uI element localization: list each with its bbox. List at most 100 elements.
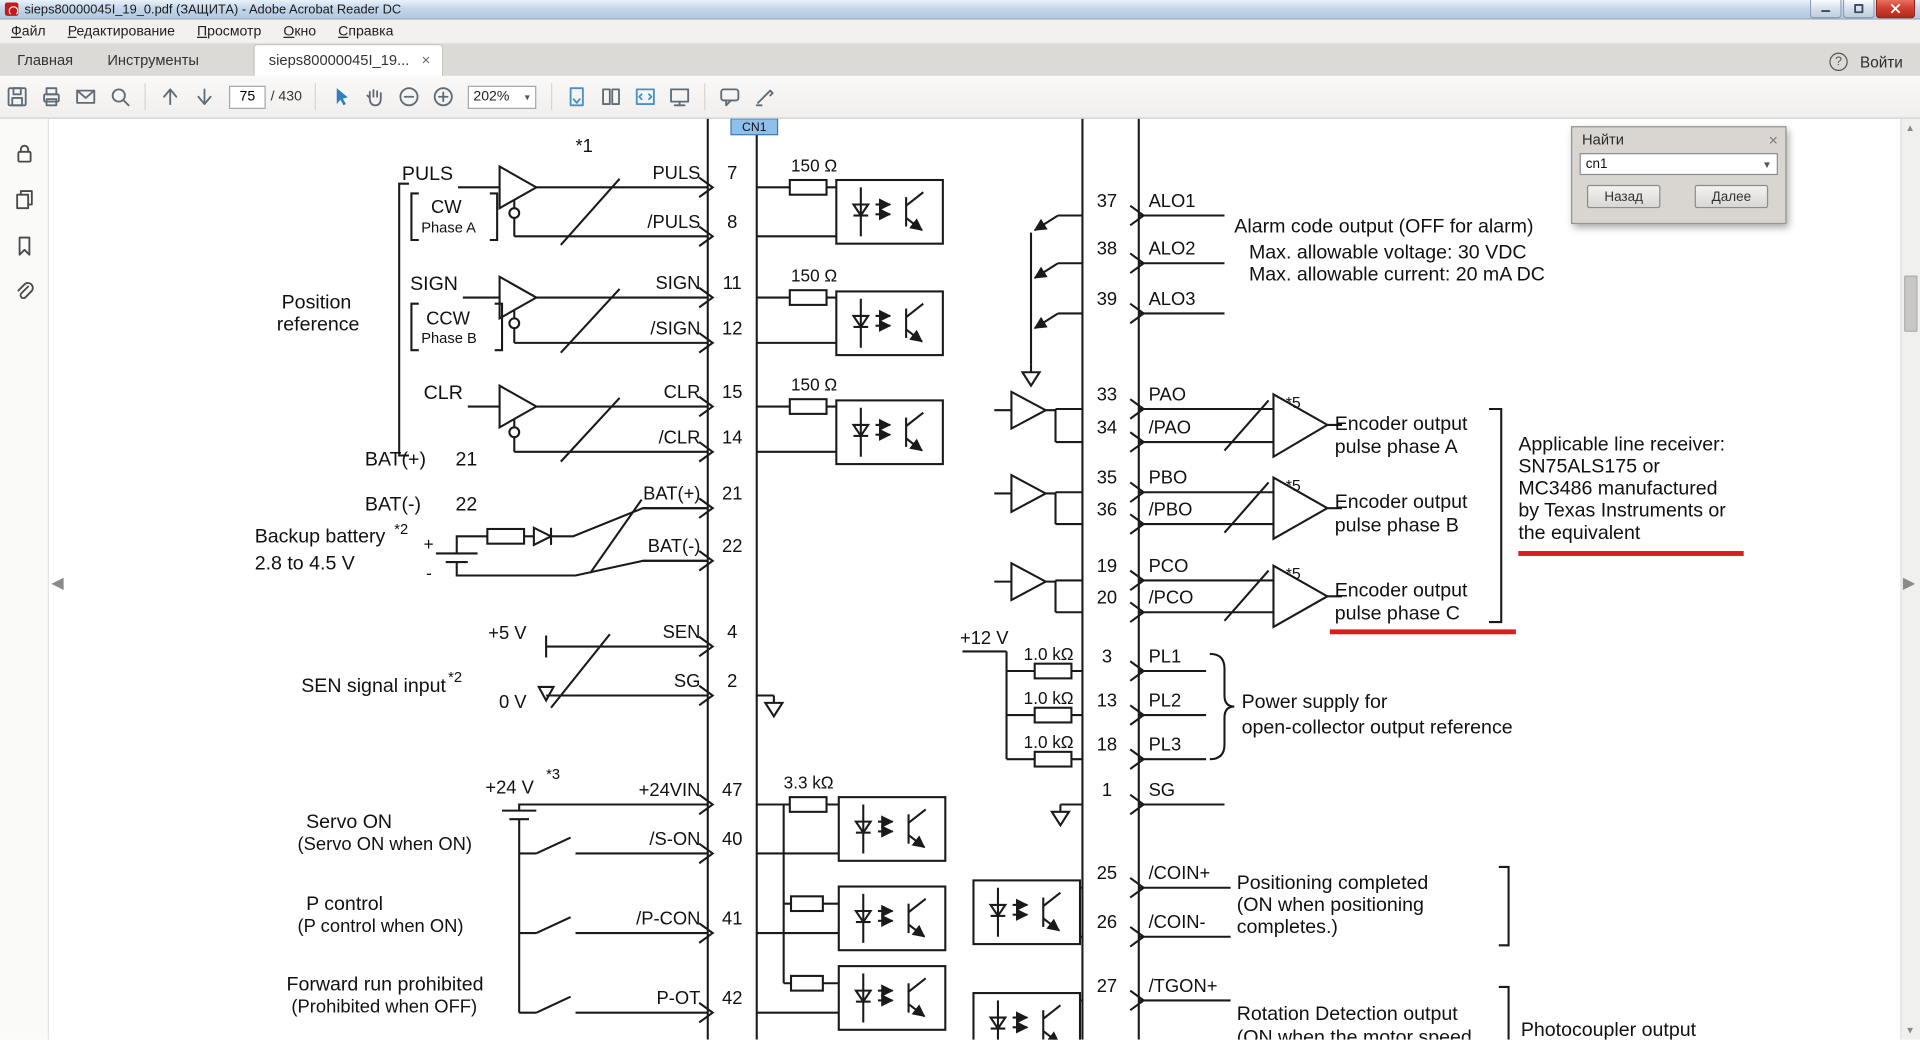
protection-button[interactable] — [9, 138, 38, 167]
tab-home[interactable]: Главная — [0, 45, 90, 76]
next-page-button[interactable] — [187, 81, 221, 113]
close-button[interactable] — [1875, 0, 1916, 19]
menu-edit[interactable]: Редактирование — [57, 21, 186, 41]
pin-number: 3 — [1102, 645, 1112, 666]
output-note: MC3486 manufactured — [1518, 478, 1717, 500]
window-title: sieps80000045I_19_0.pdf (ЗАЩИТА) - Adobe… — [24, 1, 402, 17]
pin-number: 8 — [727, 211, 737, 232]
find-search-input[interactable]: cn1 ▼ — [1579, 153, 1778, 176]
input-sublabel: (Prohibited when OFF) — [291, 996, 477, 1017]
signal-label: P-OT — [657, 987, 701, 1008]
menu-help[interactable]: Справка — [327, 21, 404, 41]
output-note: Photocoupler output — [1521, 1019, 1697, 1040]
find-next-button[interactable]: Далее — [1694, 184, 1769, 209]
previous-page-button[interactable] — [153, 81, 187, 113]
signal-label: +24VIN — [639, 779, 701, 800]
search-button[interactable] — [103, 81, 137, 113]
email-icon — [76, 89, 96, 104]
two-page-view-button[interactable] — [593, 81, 627, 113]
polarity-label: + — [424, 534, 434, 554]
pin-number: 22 — [456, 494, 478, 516]
signal-label: /PAO — [1149, 416, 1192, 437]
attachments-button[interactable] — [9, 278, 38, 307]
pin-number: 35 — [1097, 467, 1117, 488]
pin-number: 12 — [722, 317, 742, 338]
signal-label: CLR — [664, 381, 701, 402]
signal-label: /TGON+ — [1149, 975, 1218, 996]
zoom-in-button[interactable] — [426, 81, 460, 113]
page-number-input[interactable]: 75 — [228, 85, 266, 109]
signal-label: /S-ON — [649, 828, 700, 849]
output-note: Max. allowable voltage: 30 VDC — [1249, 241, 1527, 263]
zoom-out-button[interactable] — [391, 81, 425, 113]
polarity-label: - — [426, 563, 432, 583]
note-star1: *1 — [576, 135, 593, 156]
select-tool-button[interactable] — [323, 81, 357, 113]
next-view-arrow[interactable]: ▶ — [1903, 573, 1915, 593]
page-thumbnails-button[interactable] — [9, 185, 38, 214]
find-close-icon[interactable]: × — [1769, 132, 1778, 148]
voltage-label: +12 V — [960, 627, 1009, 648]
tab-document[interactable]: sieps80000045I_19... × — [252, 44, 444, 76]
signal-label: SG — [674, 670, 701, 691]
page-down-icon — [197, 88, 212, 106]
cn1-label: CN1 — [742, 120, 767, 134]
pin-number: 26 — [1097, 911, 1117, 932]
pin-number: 21 — [722, 483, 742, 504]
menu-file[interactable]: Файл — [0, 21, 57, 41]
signal-label: BAT(-) — [648, 535, 701, 556]
output-note: (ON when positioning — [1237, 894, 1424, 916]
pin-number: 33 — [1097, 383, 1117, 404]
scroll-up-icon[interactable]: ▲ — [1905, 122, 1915, 133]
previous-view-arrow[interactable]: ◀ — [51, 573, 63, 593]
signal-label: PBO — [1149, 467, 1188, 488]
hand-tool-button[interactable] — [357, 81, 391, 113]
signal-label: /COIN+ — [1149, 862, 1211, 883]
menu-window[interactable]: Окно — [272, 21, 327, 41]
combo-dropdown-icon[interactable]: ▼ — [1762, 159, 1772, 170]
pin-number: 14 — [722, 426, 742, 447]
presentation-icon — [669, 88, 689, 107]
pin-number: 36 — [1097, 499, 1117, 520]
menubar: Файл Редактирование Просмотр Окно Справк… — [0, 19, 1920, 45]
input-label: CCW — [426, 307, 471, 328]
footnote-ref: *5 — [1286, 478, 1301, 495]
pin-number: 15 — [722, 381, 742, 402]
signal-label: PULS — [652, 162, 700, 183]
maximize-button[interactable] — [1842, 0, 1875, 19]
comment-button[interactable] — [712, 81, 746, 113]
menu-view[interactable]: Просмотр — [186, 21, 272, 41]
voltage-label: 0 V — [499, 691, 527, 712]
pin-number: 18 — [1097, 734, 1117, 755]
footnote-ref: *3 — [546, 767, 560, 783]
red-underline-equivalent — [1518, 551, 1744, 556]
presentation-button[interactable] — [662, 81, 696, 113]
email-button[interactable] — [69, 81, 103, 113]
print-button[interactable] — [34, 81, 68, 113]
zoom-level-select[interactable]: 202% ▾ — [467, 85, 536, 109]
page-scrolling-icon — [569, 87, 584, 107]
signal-label: ALO2 — [1149, 238, 1196, 259]
fit-width-button[interactable] — [628, 81, 662, 113]
input-label: BAT(-) — [365, 494, 421, 516]
find-back-button[interactable]: Назад — [1586, 184, 1661, 209]
save-button[interactable] — [0, 81, 34, 113]
scroll-down-icon[interactable]: ▼ — [1905, 1025, 1915, 1036]
sign-in-button[interactable]: Войти — [1860, 53, 1903, 70]
output-note: pulse phase C — [1335, 603, 1460, 625]
bookmarks-button[interactable] — [9, 231, 38, 260]
select-tool-icon — [336, 88, 348, 106]
scrollbar-thumb[interactable] — [1904, 275, 1918, 332]
help-icon[interactable]: ? — [1829, 52, 1848, 72]
highlight-button[interactable] — [746, 81, 780, 113]
input-label: 2.8 to 4.5 V — [255, 552, 355, 574]
input-label: BAT(+) — [365, 448, 426, 470]
tab-tools[interactable]: Инструменты — [90, 45, 216, 76]
input-label: Forward run prohibited — [287, 974, 484, 996]
signal-label: PL1 — [1149, 645, 1182, 666]
signal-label: ALO1 — [1149, 190, 1196, 211]
footnote-ref: *2 — [448, 670, 462, 686]
tab-close-icon[interactable]: × — [422, 53, 431, 68]
page-scrolling-button[interactable] — [559, 81, 593, 113]
minimize-button[interactable] — [1809, 0, 1842, 19]
